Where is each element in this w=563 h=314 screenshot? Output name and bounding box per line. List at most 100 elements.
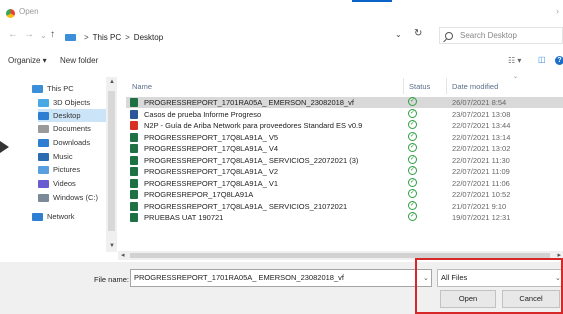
file-date: 22/07/2021 10:52 [452, 190, 511, 199]
excel-file-icon [130, 178, 138, 188]
file-row[interactable]: PROGRESREPOR_17Q8LA91A ✓ 22/07/2021 10:52 [126, 189, 563, 200]
sidebar-item-desktop[interactable]: Desktop [38, 109, 106, 122]
excel-file-icon [130, 98, 138, 107]
excel-file-icon [130, 144, 138, 153]
file-row[interactable]: PROGRESSREPORT_1701RA05A_ EMERSON_230820… [126, 97, 563, 108]
file-name: N2P - Guía de Ariba Network para proveed… [144, 121, 363, 130]
sync-status-icon: ✓ [408, 177, 417, 187]
scroll-thumb[interactable] [108, 91, 115, 231]
scroll-up-icon[interactable]: ▲ [109, 79, 115, 85]
pointer-arrow-annotation [0, 141, 9, 153]
desktop-icon [38, 111, 49, 120]
3d-objects-icon [38, 98, 49, 107]
sync-status-icon: ✓ [408, 166, 417, 175]
sidebar-item-music[interactable]: Music [38, 150, 106, 163]
sidebar-item-label: Windows (C:) [53, 193, 99, 202]
column-header-status[interactable]: Status [409, 82, 430, 91]
sidebar-item-label: Downloads [53, 138, 91, 147]
new-folder-button[interactable]: New folder [60, 56, 98, 65]
excel-file-icon [130, 167, 138, 176]
sync-status-icon: ✓ [408, 108, 417, 118]
pictures-icon [38, 165, 49, 174]
file-date: 22/07/2021 13:44 [452, 121, 511, 130]
file-date: 22/07/2021 11:09 [452, 167, 510, 176]
file-row[interactable]: PROGRESSREPORT_17Q8LA91A_ SERVICIOS_2107… [126, 200, 563, 212]
scroll-down-icon[interactable]: ▼ [109, 243, 115, 249]
sidebar-item-documents[interactable]: Documents [38, 122, 106, 135]
red-highlight-annotation [415, 258, 563, 314]
view-options-icon[interactable]: ☷ ▾ [508, 56, 521, 65]
documents-icon [38, 124, 49, 133]
chrome-app-icon [6, 9, 15, 18]
breadcrumb-desktop[interactable]: Desktop [134, 33, 163, 42]
sidebar-item-label: Desktop [53, 111, 81, 120]
file-row[interactable]: PROGRESSREPORT_17Q8LA91A_ SERVICIOS_2207… [126, 154, 563, 166]
sidebar-item-network[interactable]: Network [32, 210, 106, 223]
back-arrow-icon[interactable]: ← [8, 29, 18, 40]
sidebar-item-videos[interactable]: Videos [38, 177, 106, 190]
accent-bar [352, 0, 392, 2]
file-name: PROGRESSREPORT_17Q8LA91A_ SERVICIOS_2107… [144, 201, 348, 211]
downloads-icon [38, 138, 49, 147]
close-icon[interactable]: › [556, 6, 559, 16]
file-row[interactable]: PROGRESSREPORT_17Q8LA91A_ V4 ✓ 22/07/2021 … [126, 143, 563, 154]
sidebar-item-label: Pictures [53, 165, 81, 174]
file-name: PROGRESSREPORT_17Q8LA91A_ SERVICIOS_2207… [144, 155, 359, 165]
sidebar-item-pictures[interactable]: Pictures [38, 163, 106, 176]
file-name: PROGRESSREPORT_17Q8LA91A_ V5 [144, 132, 279, 142]
file-date: 22/07/2021 13:14 [452, 132, 511, 142]
preview-pane-icon[interactable]: ◫ [538, 55, 546, 64]
scroll-left-icon[interactable]: ◂ [121, 251, 125, 259]
file-row[interactable]: PROGRESSREPORT_17Q8LA91A_ V2 ✓ 22/07/2021 … [126, 166, 563, 177]
refresh-icon[interactable]: ↻ [414, 28, 422, 39]
column-header-date-modified[interactable]: Date modified [452, 82, 498, 91]
sidebar-item-windows-c[interactable]: Windows (C:) [38, 191, 106, 204]
excel-file-icon [130, 190, 138, 199]
sync-status-icon: ✓ [408, 189, 417, 198]
up-arrow-icon[interactable]: ↑ [50, 29, 55, 40]
file-name: Casos de prueba Informe Progreso [144, 109, 262, 119]
sidebar-item-label: Network [47, 212, 75, 221]
address-dropdown-icon[interactable]: ⌄ [395, 30, 402, 39]
file-row[interactable]: PROGRESSREPORT_17Q8LA91A_ V1 ✓ 22/07/2021 … [126, 177, 563, 189]
drive-icon [38, 193, 49, 202]
excel-file-icon [130, 201, 138, 211]
sidebar-item-downloads[interactable]: Downloads [38, 136, 106, 149]
file-row[interactable]: PRUEBAS UAT 190721 ✓ 19/07/2021 12:31 [126, 212, 563, 223]
sidebar-item-this-pc[interactable]: This PC [32, 82, 106, 95]
search-box[interactable]: Search Desktop [439, 27, 563, 44]
window-title: Open [19, 7, 39, 16]
excel-file-icon [130, 213, 138, 222]
search-icon [445, 31, 453, 40]
column-header-name[interactable]: Name [132, 82, 152, 91]
file-name-label: File name: [94, 275, 130, 284]
excel-file-icon [130, 155, 138, 165]
file-name: PROGRESSREPORT_17Q8LA91A_ V1 [144, 178, 279, 188]
help-icon[interactable]: ? [555, 56, 563, 65]
sidebar-item-3d-objects[interactable]: 3D Objects [38, 96, 106, 109]
file-date: 22/07/2021 13:02 [452, 144, 511, 153]
file-row[interactable]: Casos de prueba Informe Progreso ✓ 23/07/2… [126, 108, 563, 120]
title-bar: Open › [0, 0, 563, 22]
address-bar[interactable]: > This PC > Desktop [63, 30, 413, 45]
sidebar-item-label: Documents [53, 124, 91, 133]
word-file-icon [130, 109, 138, 119]
sync-status-icon: ✓ [408, 120, 417, 129]
file-row[interactable]: N2P - Guía de Ariba Network para proveed… [126, 120, 563, 131]
column-divider[interactable] [403, 78, 404, 94]
nav-scrollbar[interactable]: ▲ ▼ [106, 77, 117, 252]
file-date: 19/07/2021 12:31 [452, 213, 511, 222]
file-row[interactable]: PROGRESSREPORT_17Q8LA91A_ V5 ✓ 22/07/2021 … [126, 131, 563, 143]
breadcrumb-separator: > [84, 33, 89, 42]
column-divider[interactable] [446, 78, 447, 94]
breadcrumb-this-pc[interactable]: This PC [93, 33, 121, 42]
file-name: PROGRESSREPORT_17Q8LA91A_ V2 [144, 167, 279, 176]
file-name-input[interactable]: PROGRESSREPORT_1701RA05A_ EMERSON_230820… [130, 269, 432, 287]
sync-status-icon: ✓ [408, 212, 417, 221]
search-input[interactable]: Search Desktop [460, 31, 517, 40]
organize-button[interactable]: Organize ▾ [8, 56, 47, 65]
forward-arrow-icon[interactable]: → [24, 29, 34, 40]
sync-status-icon: ✓ [408, 154, 417, 164]
recent-locations-icon[interactable]: ⌄ [40, 31, 47, 40]
breadcrumb-separator: > [125, 33, 130, 42]
